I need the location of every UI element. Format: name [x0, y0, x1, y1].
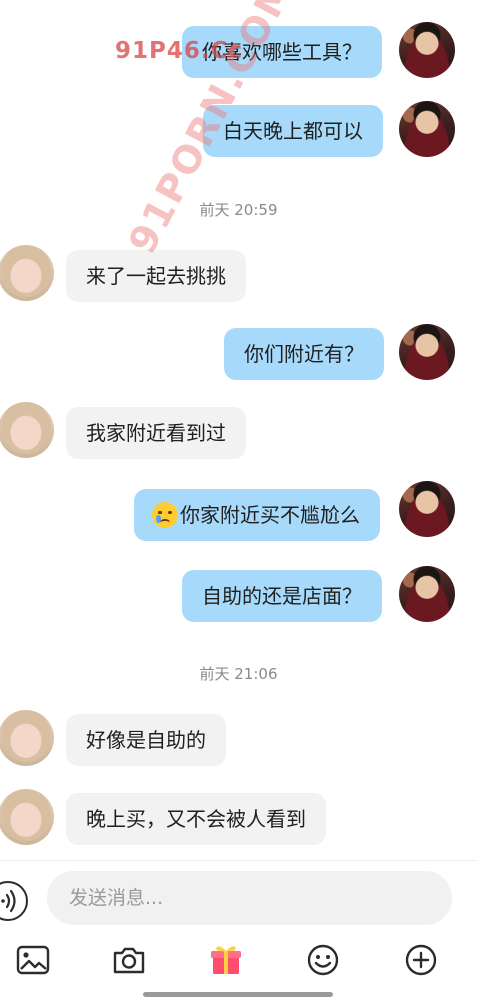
my-avatar[interactable]	[399, 22, 455, 78]
contact-avatar[interactable]	[0, 710, 54, 766]
gift-icon[interactable]	[208, 942, 244, 978]
outgoing-message[interactable]: 自助的还是店面？	[182, 570, 382, 622]
message-text: 白天晚上都可以	[223, 119, 363, 143]
my-avatar[interactable]	[399, 566, 455, 622]
incoming-message[interactable]: 好像是自助的	[66, 714, 226, 766]
voice-icon[interactable]	[0, 881, 28, 921]
my-avatar[interactable]	[399, 324, 455, 380]
image-icon[interactable]	[15, 942, 51, 978]
chat-screen: 你喜欢哪些工具？ 白天晚上都可以 前天 20:59 来了一起去挑挑 你们附近有？…	[0, 0, 477, 1000]
message-text: 自助的还是店面？	[202, 584, 362, 608]
message-input[interactable]	[47, 871, 452, 925]
outgoing-message[interactable]: 你家附近买不尴尬么	[134, 489, 380, 541]
message-timestamp: 前天 21:06	[199, 665, 278, 683]
incoming-message[interactable]: 来了一起去挑挑	[66, 250, 246, 302]
message-composer	[0, 860, 477, 935]
add-icon[interactable]	[403, 942, 439, 978]
message-text: 你家附近买不尴尬么	[180, 503, 360, 527]
crying-face-icon	[152, 501, 178, 528]
message-text: 好像是自助的	[86, 728, 206, 752]
composer-toolbar	[0, 934, 477, 1000]
message-text: 你喜欢哪些工具？	[202, 40, 362, 64]
my-avatar[interactable]	[399, 101, 455, 157]
message-text: 来了一起去挑挑	[86, 264, 226, 288]
incoming-message[interactable]: 晚上买，又不会被人看到	[66, 793, 326, 845]
home-indicator[interactable]	[143, 992, 333, 997]
camera-icon[interactable]	[111, 942, 147, 978]
message-text: 晚上买，又不会被人看到	[86, 807, 306, 831]
contact-avatar[interactable]	[0, 402, 54, 458]
outgoing-message[interactable]: 你喜欢哪些工具？	[182, 26, 382, 78]
contact-avatar[interactable]	[0, 245, 54, 301]
message-timestamp: 前天 20:59	[199, 201, 278, 219]
emoji-icon[interactable]	[305, 942, 341, 978]
outgoing-message[interactable]: 你们附近有？	[224, 328, 384, 380]
message-text: 你们附近有？	[244, 342, 364, 366]
contact-avatar[interactable]	[0, 789, 54, 845]
incoming-message[interactable]: 我家附近看到过	[66, 407, 246, 459]
my-avatar[interactable]	[399, 481, 455, 537]
outgoing-message[interactable]: 白天晚上都可以	[203, 105, 383, 157]
message-text: 我家附近看到过	[86, 421, 226, 445]
